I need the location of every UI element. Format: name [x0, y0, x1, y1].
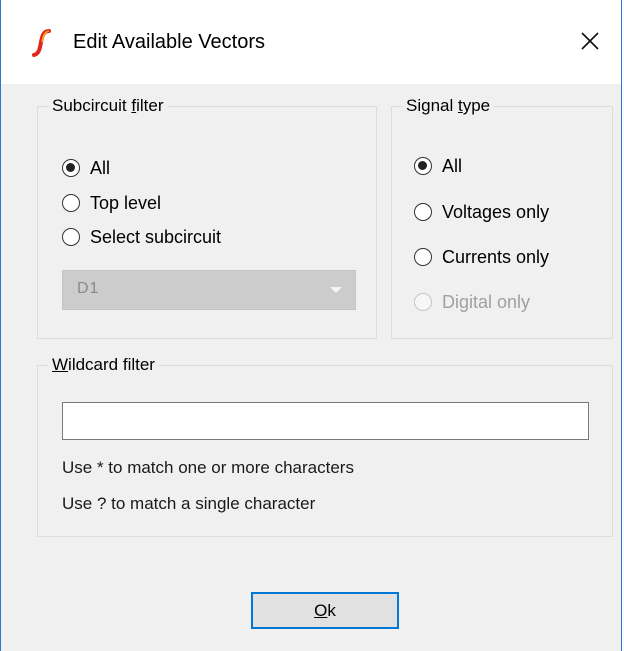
- radio-label: All: [90, 158, 111, 178]
- radio-subcircuit-all[interactable]: All: [62, 155, 110, 181]
- radio-button[interactable]: [62, 228, 80, 246]
- wildcard-input[interactable]: [62, 402, 589, 440]
- wildcard-hint-multiple: Use * to match one or more characters: [62, 458, 354, 477]
- simetrix-logo-icon: [32, 29, 51, 57]
- wildcard-filter-group: Wildcard filter Use * to match one or mo…: [37, 353, 613, 537]
- radio-button[interactable]: [62, 194, 80, 212]
- radio-subcircuit-select[interactable]: Select subcircuit: [62, 224, 221, 250]
- radio-label: Digital only: [442, 292, 531, 312]
- radio-label: Select subcircuit: [90, 227, 222, 247]
- ok-button-mnemonic: O: [314, 600, 328, 620]
- ok-button[interactable]: Ok: [251, 592, 399, 629]
- subcircuit-dropdown[interactable]: D1: [62, 270, 356, 310]
- title-bar[interactable]: Edit Available Vectors: [1, 0, 621, 84]
- radio-label: Voltages only: [442, 202, 550, 222]
- radio-subcircuit-top-level[interactable]: Top level: [62, 190, 161, 216]
- wildcard-filter-legend: Wildcard filter: [48, 353, 159, 377]
- wildcard-hint-single: Use ? to match a single character: [62, 494, 316, 513]
- chevron-down-icon: [330, 287, 342, 293]
- dialog-body: Subcircuit filter All Top level Select s…: [1, 84, 621, 651]
- subcircuit-filter-legend: Subcircuit filter: [48, 94, 168, 118]
- close-icon: [581, 32, 599, 50]
- radio-button[interactable]: [414, 157, 432, 175]
- ok-button-label: k: [327, 600, 336, 620]
- radio-button: [414, 293, 432, 311]
- subcircuit-filter-group: Subcircuit filter All Top level Select s…: [37, 94, 377, 339]
- radio-signal-currents-only[interactable]: Currents only: [414, 244, 549, 270]
- window-title: Edit Available Vectors: [73, 31, 265, 53]
- radio-button[interactable]: [62, 159, 80, 177]
- radio-label: Currents only: [442, 247, 550, 267]
- dropdown-value: D1: [77, 280, 100, 297]
- radio-signal-voltages-only[interactable]: Voltages only: [414, 199, 549, 225]
- radio-label: All: [442, 156, 463, 176]
- dialog-window: Edit Available Vectors Subcircuit filter…: [0, 0, 622, 651]
- signal-type-group: Signal type All Voltages only Currents o…: [391, 94, 613, 339]
- signal-type-legend: Signal type: [402, 94, 495, 118]
- radio-label: Top level: [90, 193, 162, 213]
- radio-signal-digital-only: Digital only: [414, 289, 530, 315]
- close-button[interactable]: [567, 18, 613, 64]
- radio-button[interactable]: [414, 248, 432, 266]
- radio-signal-all[interactable]: All: [414, 153, 462, 179]
- radio-button[interactable]: [414, 203, 432, 221]
